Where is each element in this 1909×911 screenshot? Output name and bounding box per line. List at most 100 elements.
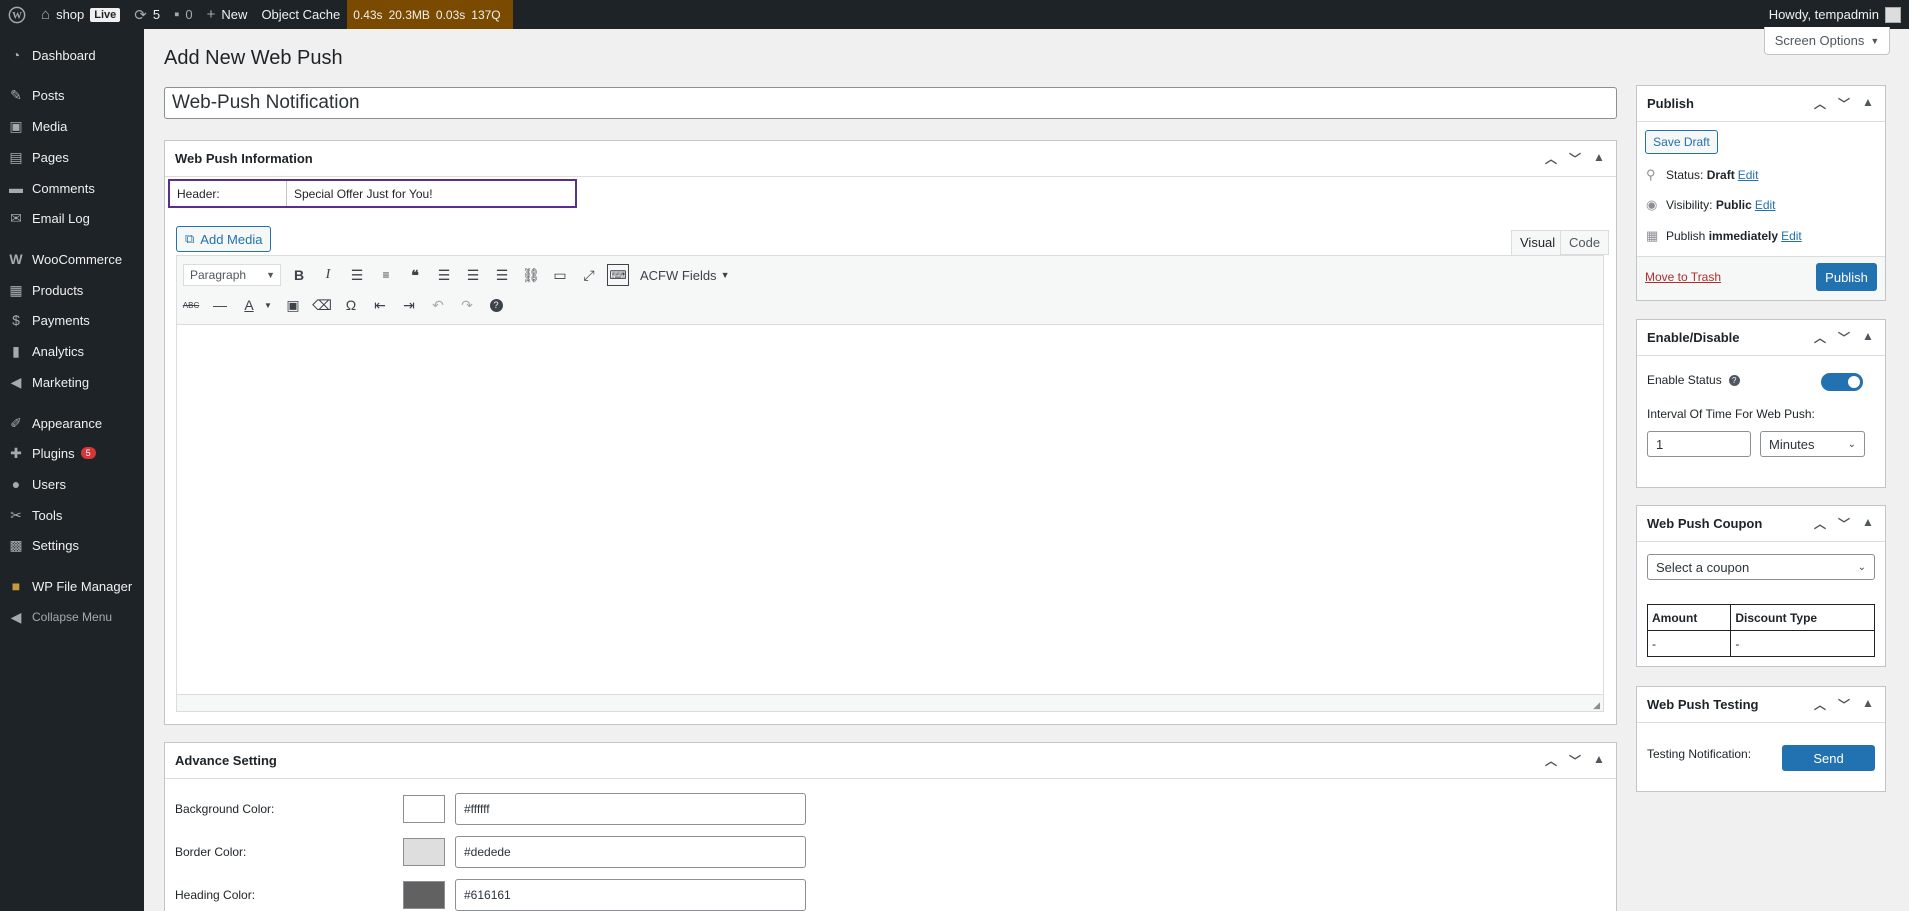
resize-handle-icon[interactable]: ◢ (1593, 700, 1600, 711)
postbox-controls: ︿ ﹀ ▲ (1813, 95, 1875, 112)
border-color-swatch[interactable] (403, 838, 445, 866)
tab-code[interactable]: Code (1560, 230, 1610, 255)
sidebar-item-woocommerce[interactable]: W WooCommerce (0, 244, 144, 274)
editor-content-area[interactable] (176, 325, 1604, 695)
undo-icon[interactable]: ↶ (427, 294, 449, 316)
move-down-icon[interactable]: ﹀ (1837, 515, 1851, 532)
add-media-button[interactable]: ⧉ Add Media (176, 226, 272, 252)
special-character-icon[interactable]: Ω (340, 294, 362, 316)
object-cache-link[interactable]: Object Cache (254, 0, 347, 29)
sidebar-item-marketing[interactable]: ◀ Marketing (0, 367, 144, 397)
background-color-input[interactable]: #ffffff (455, 793, 806, 825)
sidebar-item-tools[interactable]: ✂ Tools (0, 500, 144, 530)
move-down-icon[interactable]: ﹀ (1568, 752, 1582, 769)
help-icon[interactable]: ? (1728, 374, 1740, 386)
sidebar-item-wp-file-manager[interactable]: ■ WP File Manager (0, 571, 144, 601)
my-account-link[interactable]: Howdy, tempadmin (1769, 6, 1909, 23)
sidebar-item-label: WP File Manager (32, 578, 133, 594)
header-input[interactable]: Special Offer Just for You! (286, 181, 575, 206)
align-right-icon[interactable]: ☰ (491, 264, 513, 286)
heading-color-input[interactable]: #616161 (455, 879, 806, 911)
toggle-panel-icon[interactable]: ▲ (1861, 95, 1875, 112)
align-center-icon[interactable]: ☰ (462, 264, 484, 286)
new-content-link[interactable]: + New (200, 0, 255, 29)
format-select[interactable]: Paragraph ▼ (183, 264, 281, 286)
caret-down-icon[interactable]: ▼ (257, 294, 279, 316)
move-down-icon[interactable]: ﹀ (1837, 95, 1851, 112)
move-down-icon[interactable]: ﹀ (1837, 696, 1851, 713)
move-up-icon[interactable]: ︿ (1544, 150, 1558, 167)
sidebar-item-analytics[interactable]: ▮ Analytics (0, 336, 144, 366)
sidebar-item-settings[interactable]: ▩ Settings (0, 530, 144, 560)
sidebar-item-products[interactable]: ▦ Products (0, 275, 144, 305)
acfw-fields-menu[interactable]: ACFW Fields ▼ (640, 264, 729, 286)
save-draft-button[interactable]: Save Draft (1645, 130, 1718, 154)
align-left-icon[interactable]: ☰ (433, 264, 455, 286)
sidebar-item-users[interactable]: ● Users (0, 469, 144, 499)
sidebar-item-appearance[interactable]: ✐ Appearance (0, 408, 144, 438)
edit-status-link[interactable]: Edit (1738, 168, 1759, 182)
enable-status-toggle[interactable] (1821, 373, 1863, 391)
testing-notification-label: Testing Notification: (1647, 747, 1752, 761)
chevron-down-icon: ⌄ (1857, 561, 1866, 573)
bold-icon[interactable]: B (288, 264, 310, 286)
clear-formatting-icon[interactable]: ⌫ (311, 294, 333, 316)
updates-link[interactable]: ⟳ 5 (127, 0, 167, 29)
move-down-icon[interactable]: ﹀ (1837, 329, 1851, 346)
query-monitor-stats[interactable]: 0.43s 20.3MB 0.03s 137Q (347, 0, 513, 29)
move-up-icon[interactable]: ︿ (1813, 329, 1827, 346)
sidebar-item-payments[interactable]: $ Payments (0, 305, 144, 335)
interval-unit-select[interactable]: Minutes ⌄ (1760, 431, 1865, 457)
link-icon[interactable]: ⛓ (520, 264, 542, 286)
fullscreen-icon[interactable]: ⤢ (578, 264, 600, 286)
read-more-icon[interactable]: ▭ (549, 264, 571, 286)
toggle-panel-icon[interactable]: ▲ (1592, 752, 1606, 769)
screen-options-button[interactable]: Screen Options ▼ (1764, 27, 1890, 55)
send-button[interactable]: Send (1782, 745, 1875, 771)
redo-icon[interactable]: ↷ (456, 294, 478, 316)
outdent-icon[interactable]: ⇤ (369, 294, 391, 316)
italic-icon[interactable]: I (317, 264, 339, 286)
move-up-icon[interactable]: ︿ (1813, 95, 1827, 112)
toggle-panel-icon[interactable]: ▲ (1861, 515, 1875, 532)
move-down-icon[interactable]: ﹀ (1568, 150, 1582, 167)
toolbar-toggle-icon[interactable]: ⌨ (607, 264, 629, 286)
toggle-panel-icon[interactable]: ▲ (1861, 329, 1875, 346)
sidebar-item-comments[interactable]: ▬ Comments (0, 173, 144, 203)
heading-color-swatch[interactable] (403, 881, 445, 909)
blockquote-icon[interactable]: ❝ (404, 264, 426, 286)
paste-text-icon[interactable]: ▣ (282, 294, 304, 316)
publish-button[interactable]: Publish (1816, 263, 1877, 291)
sidebar-item-dashboard[interactable]: ◔ Dashboard (0, 40, 144, 70)
horizontal-line-icon[interactable]: — (209, 294, 231, 316)
move-to-trash-link[interactable]: Move to Trash (1645, 270, 1721, 284)
move-up-icon[interactable]: ︿ (1813, 515, 1827, 532)
interval-value-input[interactable]: 1 (1647, 431, 1751, 457)
sidebar-item-pages[interactable]: ▤ Pages (0, 142, 144, 172)
post-title-input[interactable]: Web-Push Notification (164, 87, 1617, 119)
toggle-panel-icon[interactable]: ▲ (1592, 150, 1606, 167)
comments-link[interactable]: ▪ 0 (167, 0, 200, 29)
move-up-icon[interactable]: ︿ (1544, 752, 1558, 769)
tab-visual[interactable]: Visual (1511, 230, 1565, 255)
toggle-panel-icon[interactable]: ▲ (1861, 696, 1875, 713)
numbered-list-icon[interactable]: ≡ (375, 264, 397, 286)
sidebar-item-media[interactable]: ▣ Media (0, 111, 144, 141)
sidebar-item-email-log[interactable]: ✉ Email Log (0, 203, 144, 233)
move-up-icon[interactable]: ︿ (1813, 696, 1827, 713)
strikethrough-icon[interactable]: ABC (180, 294, 202, 316)
edit-visibility-link[interactable]: Edit (1755, 198, 1776, 212)
indent-icon[interactable]: ⇥ (398, 294, 420, 316)
site-name-link[interactable]: ⌂ shop Live (34, 0, 127, 29)
bullet-list-icon[interactable]: ☰ (346, 264, 368, 286)
coupon-select[interactable]: Select a coupon ⌄ (1647, 554, 1875, 580)
sidebar-item-plugins[interactable]: ✚ Plugins 5 (0, 438, 144, 468)
sidebar-item-posts[interactable]: ✎ Posts (0, 80, 144, 110)
collapse-menu-button[interactable]: ◀ Collapse Menu (0, 602, 144, 632)
help-icon[interactable]: ? (485, 294, 507, 316)
admin-sidebar: ◔ Dashboard ✎ Posts ▣ Media ▤ Pages ▬ Comment… (0, 29, 144, 911)
border-color-input[interactable]: #dedede (455, 836, 806, 868)
wordpress-logo[interactable]: W (0, 0, 34, 29)
background-color-swatch[interactable] (403, 795, 445, 823)
edit-publish-date-link[interactable]: Edit (1781, 229, 1802, 243)
